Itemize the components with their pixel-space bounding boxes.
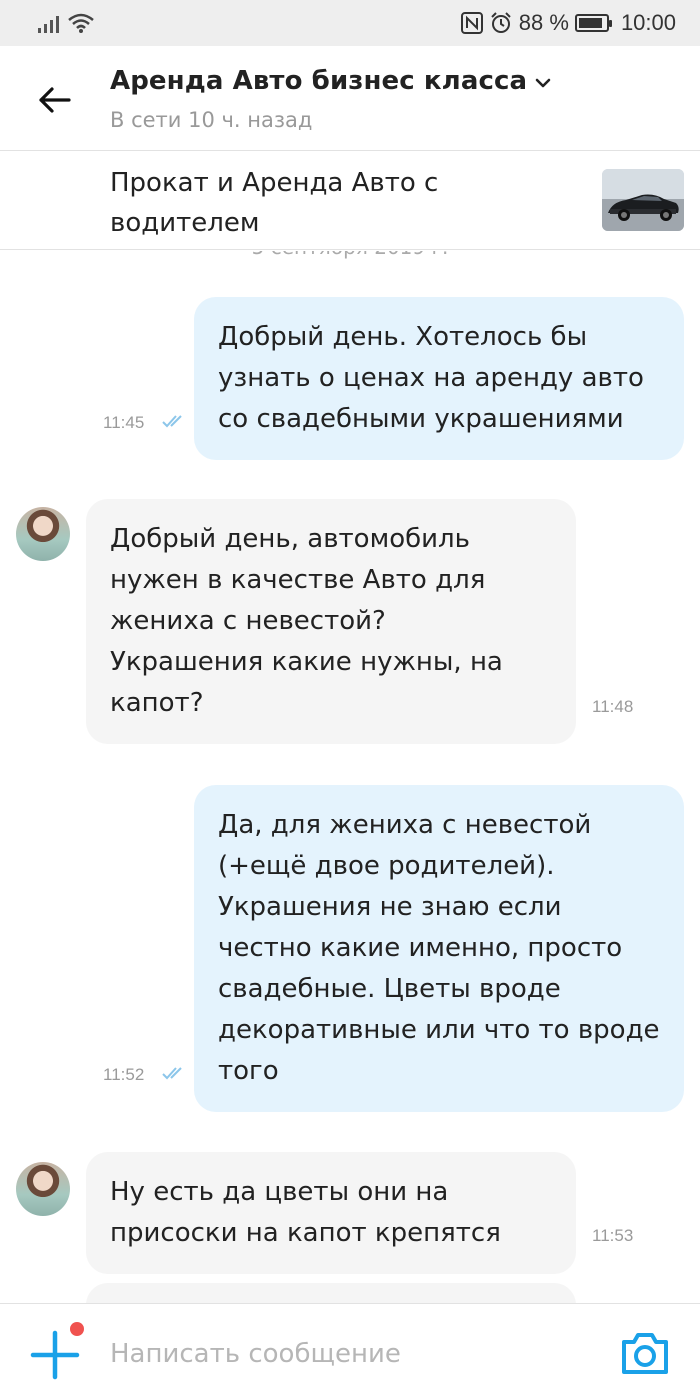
double-check-icon: [162, 1067, 182, 1080]
message-bubble[interactable]: Ну есть да цветы они на присоски на капо…: [86, 1152, 576, 1274]
chat-title: Аренда Авто бизнес класса: [110, 66, 528, 96]
message-time: 11:45: [103, 413, 145, 432]
camera-button[interactable]: [620, 1330, 670, 1376]
message-time: 11:53: [592, 1226, 634, 1245]
message-bubble[interactable]: Добрый день. Хотелось бы узнать о ценах …: [194, 297, 684, 460]
online-status: В сети 10 ч. назад: [110, 108, 313, 132]
back-button[interactable]: [30, 76, 78, 124]
message-text: Да, для жениха с невестой (+ещё двое род…: [218, 810, 660, 1086]
message-input[interactable]: [110, 1334, 590, 1374]
pinned-listing-title: Прокат и Аренда Авто с водителем: [110, 168, 439, 238]
notification-dot: [70, 1322, 84, 1336]
wifi-icon: [68, 13, 94, 33]
chat-title-dropdown[interactable]: Аренда Авто бизнес класса: [110, 66, 551, 96]
pinned-listing[interactable]: Прокат и Аренда Авто с водителем: [0, 150, 700, 250]
message-text: Добрый день. Хотелось бы узнать о ценах …: [218, 322, 644, 434]
sender-avatar[interactable]: [16, 1162, 70, 1216]
composer: [0, 1303, 700, 1400]
date-separator: 5 сентября 2019 г.: [0, 251, 700, 259]
plus-icon: [30, 1330, 80, 1380]
signal-icon: [38, 13, 59, 33]
message-time: 11:48: [592, 697, 634, 716]
message-bubble[interactable]: Добрый день, автомобиль нужен в качестве…: [86, 499, 576, 744]
chevron-down-icon: [535, 78, 551, 88]
attach-button[interactable]: [28, 1328, 82, 1382]
message-time: 11:52: [103, 1065, 145, 1084]
message-text: Добрый день, автомобиль нужен в качестве…: [110, 524, 503, 718]
nfc-icon: [460, 12, 483, 34]
message-list[interactable]: 5 сентября 2019 г. Добрый день. Хотелось…: [0, 251, 700, 1303]
chat-header: Аренда Авто бизнес класса В сети 10 ч. н…: [0, 46, 700, 150]
status-bar: 88 % 10:00: [0, 0, 700, 46]
listing-thumbnail: [602, 169, 684, 231]
camera-icon: [622, 1333, 668, 1374]
double-check-icon: [162, 415, 182, 428]
battery-percent: 88 %: [518, 10, 569, 35]
message-bubble[interactable]: Да, для жениха с невестой (+ещё двое род…: [194, 785, 684, 1112]
message-text: Ну есть да цветы они на присоски на капо…: [110, 1177, 501, 1248]
message-bubble[interactable]: [86, 1283, 576, 1303]
clock: 10:00: [620, 10, 676, 35]
alarm-icon: [491, 12, 511, 33]
arrow-left-icon: [39, 87, 71, 113]
sender-avatar[interactable]: [16, 507, 70, 561]
battery-icon: [574, 14, 612, 32]
